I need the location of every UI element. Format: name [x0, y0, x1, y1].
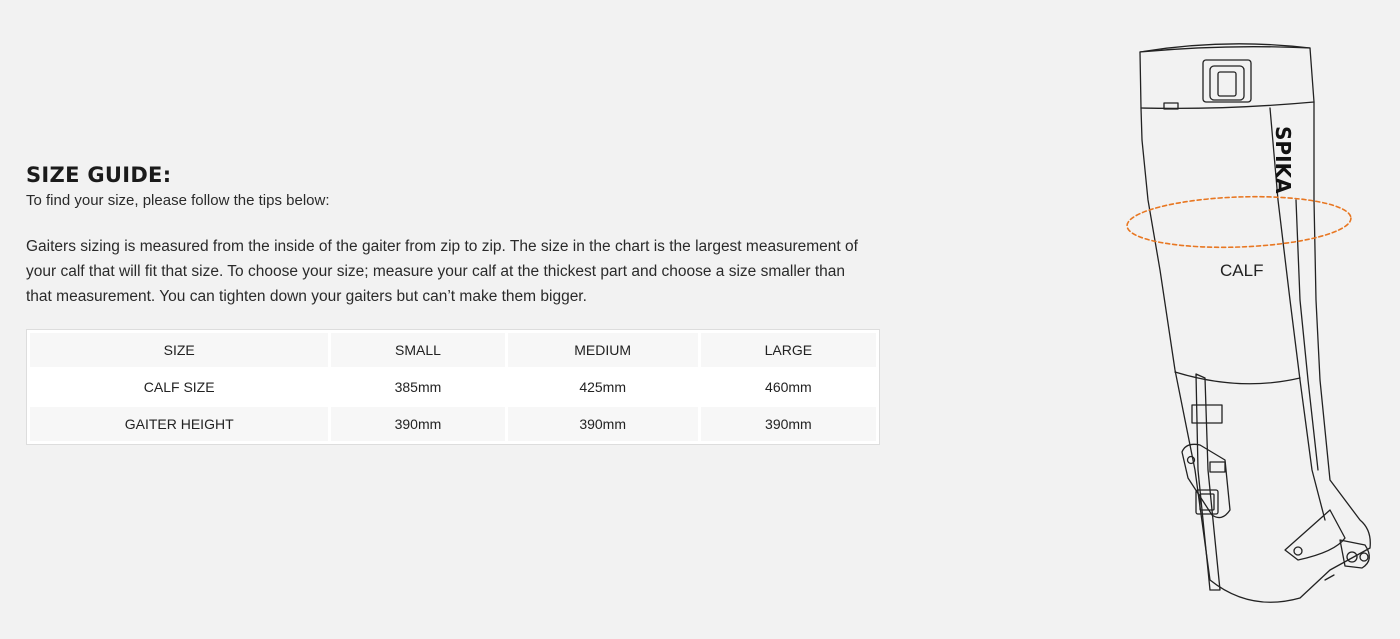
table-cell: 390mm — [700, 407, 876, 441]
table-cell: 425mm — [507, 370, 698, 404]
gaiter-illustration: SPIKA CALF — [1126, 43, 1371, 603]
table-header-row: SIZE SMALL MEDIUM LARGE — [30, 333, 876, 367]
table-header-cell: MEDIUM — [507, 333, 698, 367]
table-cell: 390mm — [331, 407, 505, 441]
table-cell: CALF SIZE — [30, 370, 329, 404]
size-guide-section: SIZE GUIDE: To find your size, please fo… — [26, 160, 886, 445]
table-row: GAITER HEIGHT 390mm 390mm 390mm — [30, 407, 876, 441]
table-header-cell: SMALL — [331, 333, 505, 367]
table-header-cell: LARGE — [700, 333, 876, 367]
size-table: SIZE SMALL MEDIUM LARGE CALF SIZE 385mm … — [26, 329, 880, 445]
table-header-cell: SIZE — [30, 333, 329, 367]
size-guide-intro: To find your size, please follow the tip… — [26, 192, 330, 209]
table-cell: 390mm — [507, 407, 698, 441]
size-guide-description: Gaiters sizing is measured from the insi… — [26, 238, 858, 305]
table-row: CALF SIZE 385mm 425mm 460mm — [30, 370, 876, 404]
calf-label: CALF — [1220, 261, 1263, 280]
calf-measure-ellipse — [1126, 195, 1352, 249]
brand-label: SPIKA — [1271, 126, 1295, 194]
table-cell: 385mm — [331, 370, 505, 404]
table-cell: 460mm — [700, 370, 876, 404]
size-guide-title: SIZE GUIDE: — [26, 163, 172, 187]
table-cell: GAITER HEIGHT — [30, 407, 329, 441]
